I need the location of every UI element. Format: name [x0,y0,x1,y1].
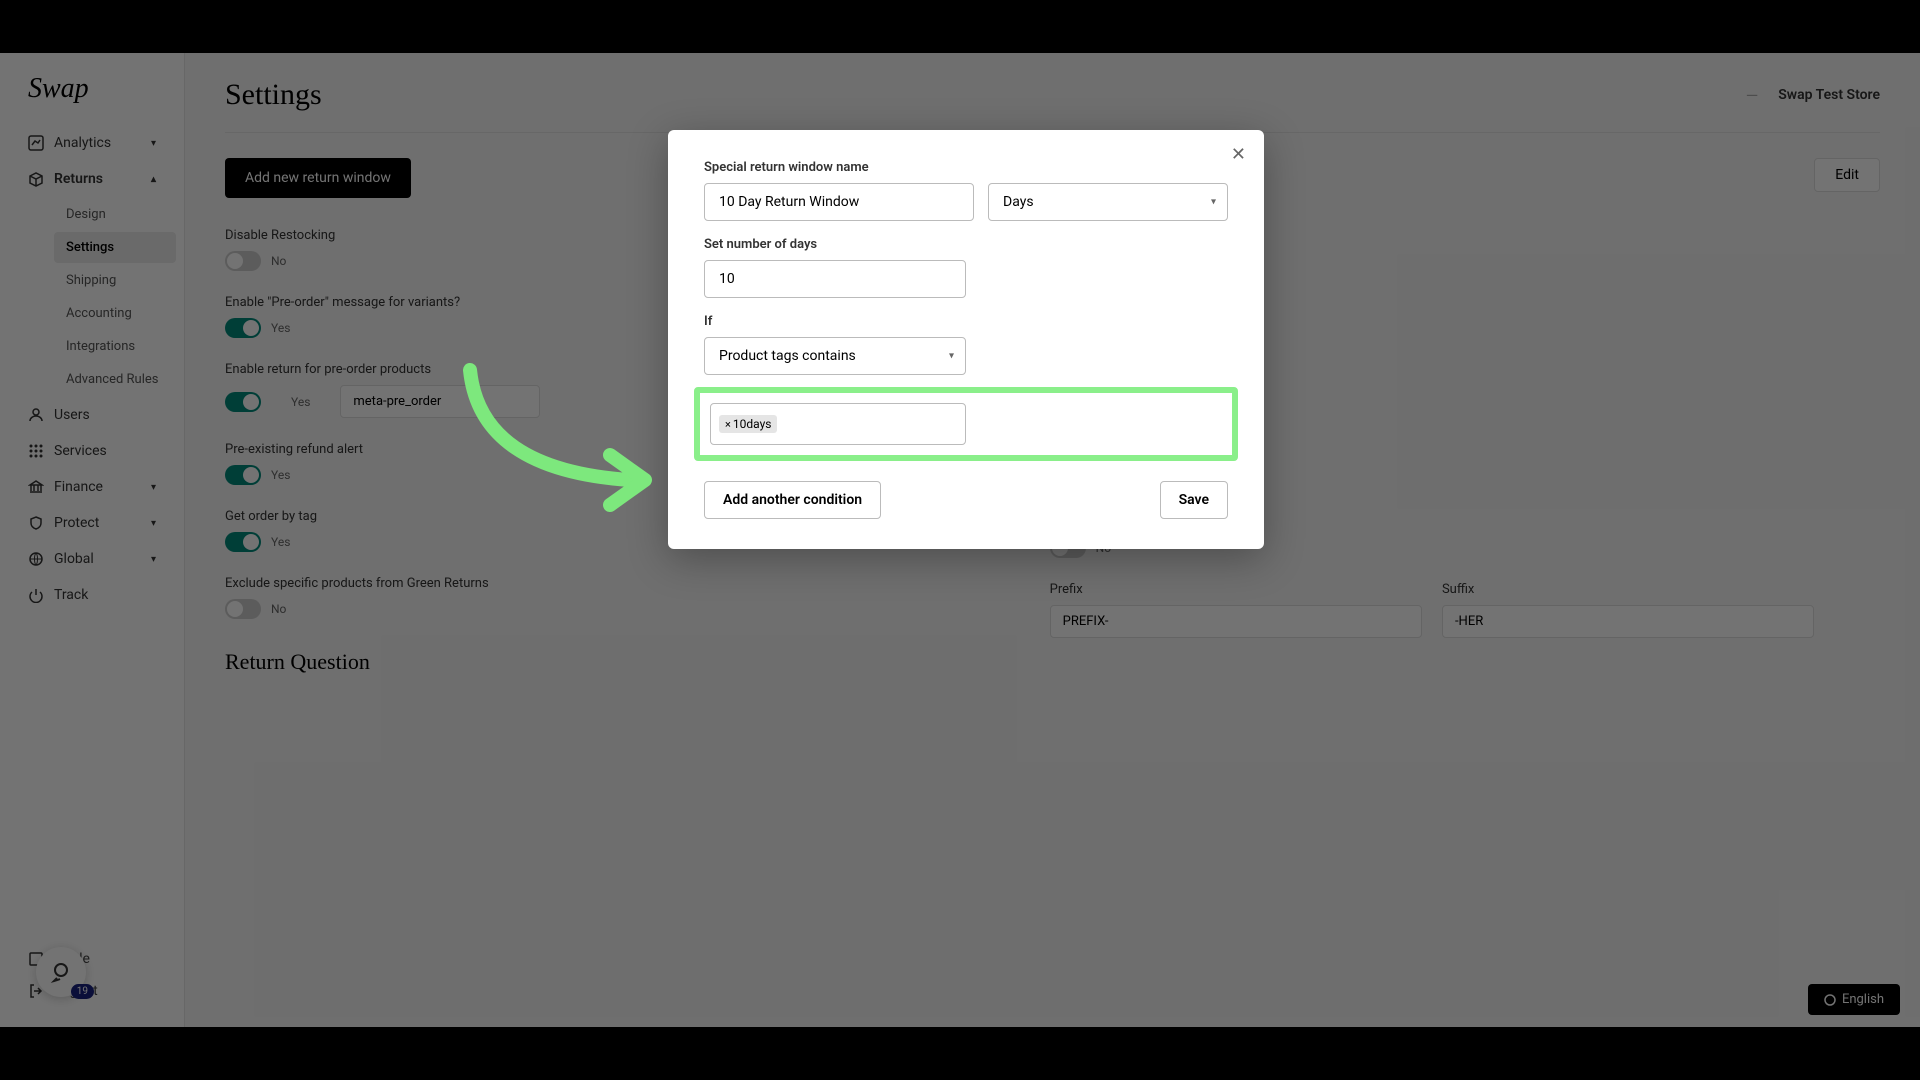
tag-text: 10days [733,417,772,431]
days-input[interactable] [704,260,966,298]
highlighted-tag-area: × 10days [694,387,1238,461]
unit-select[interactable]: Days [988,183,1228,221]
tag-input[interactable]: × 10days [710,403,966,445]
tag-remove-icon[interactable]: × [725,418,731,431]
return-window-modal: ✕ Special return window name Days Set nu… [668,130,1264,549]
if-label: If [704,314,1228,329]
name-label: Special return window name [704,160,1228,175]
save-button[interactable]: Save [1160,481,1228,519]
window-name-input[interactable] [704,183,974,221]
days-label: Set number of days [704,237,1228,252]
condition-select[interactable]: Product tags contains [704,337,966,375]
add-condition-button[interactable]: Add another condition [704,481,881,519]
tag-chip: × 10days [719,415,777,433]
modal-close-button[interactable]: ✕ [1231,144,1246,165]
